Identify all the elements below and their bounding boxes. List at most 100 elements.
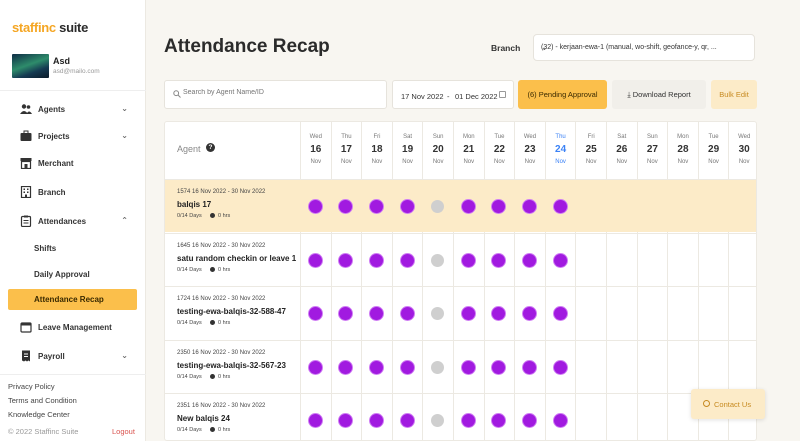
- search-box[interactable]: [164, 80, 387, 109]
- terms-link[interactable]: Terms and Condition: [8, 396, 77, 405]
- attendance-dot-present[interactable]: [370, 414, 383, 428]
- table-row[interactable]: 1645 16 Nov 2022 - 30 Nov 2022 satu rando…: [165, 232, 756, 286]
- attendance-dot-present[interactable]: [461, 253, 475, 267]
- attendance-dot-present[interactable]: [553, 200, 567, 213]
- attendance-dot-absent[interactable]: [431, 253, 445, 267]
- contact-us-label: Contact Us: [714, 400, 752, 409]
- attendance-dot-present[interactable]: [339, 200, 353, 213]
- day-num: 18: [371, 144, 383, 155]
- attendance-dot-present[interactable]: [553, 414, 567, 428]
- table-row[interactable]: 2351 16 Nov 2022 - 30 Nov 2022 New balqis…: [165, 393, 756, 440]
- day-num: 30: [738, 144, 750, 155]
- attendance-dot-present[interactable]: [308, 253, 322, 267]
- attendance-dot-present[interactable]: [492, 360, 506, 374]
- sidebar-divider: [0, 374, 146, 375]
- attendance-dot-present[interactable]: [370, 360, 383, 374]
- attendance-dot-present[interactable]: [400, 307, 414, 321]
- download-report-button[interactable]: ⤓ Download Report: [612, 80, 706, 109]
- attendance-dot-present[interactable]: [523, 253, 536, 267]
- day-num: 25: [585, 144, 597, 155]
- sidebar-item-payroll[interactable]: Payroll ⌄: [20, 350, 134, 366]
- attendance-dot-absent[interactable]: [431, 307, 445, 321]
- attendance-dot-present[interactable]: [370, 200, 383, 213]
- day-dow: Sun: [432, 134, 444, 140]
- attendance-dot-present[interactable]: [400, 360, 414, 374]
- attendance-dot-present[interactable]: [523, 307, 536, 321]
- table-row[interactable]: 1574 16 Nov 2022 - 30 Nov 2022 balqis 17 0…: [165, 179, 756, 232]
- attendance-dot-present[interactable]: [492, 200, 506, 213]
- briefcase-icon: [20, 130, 32, 141]
- sidebar-item-agents[interactable]: Agents ⌄: [20, 103, 134, 119]
- staffinc-logo[interactable]: staffinc suite: [12, 20, 88, 35]
- day-mon: Nov: [371, 159, 383, 165]
- attendance-dot-present[interactable]: [308, 414, 322, 428]
- attendance-dot-present[interactable]: [523, 360, 536, 374]
- attendance-dot-absent[interactable]: [431, 360, 445, 374]
- contact-us-button[interactable]: Contact Us: [691, 389, 765, 419]
- table-row[interactable]: 2350 16 Nov 2022 - 30 Nov 2022 testing-ew…: [165, 339, 756, 393]
- attendance-dot-present[interactable]: [523, 414, 536, 428]
- privacy-policy-link[interactable]: Privacy Policy: [8, 382, 55, 391]
- agent-name: testing-ewa-balqis-32-567-23: [177, 360, 286, 370]
- building-icon: [20, 186, 32, 198]
- day-dow: Sat: [403, 134, 413, 140]
- sidebar-item-label: Payroll: [38, 352, 65, 361]
- attendance-dot-present[interactable]: [553, 253, 567, 267]
- branch-select[interactable]: (32) - kerjaan-ewa-1 (manual, wo-shift, …: [533, 34, 755, 61]
- day-dow: Sat: [617, 134, 627, 140]
- attendance-dot-present[interactable]: [339, 307, 353, 321]
- search-input[interactable]: [183, 89, 373, 96]
- attendance-dot-present[interactable]: [461, 414, 475, 428]
- sidebar-item-merchant[interactable]: Merchant: [20, 157, 134, 173]
- attendance-dot-present[interactable]: [308, 360, 322, 374]
- attendance-dot-present[interactable]: [492, 253, 506, 267]
- attendance-dot-absent[interactable]: [431, 200, 445, 213]
- attendance-dot-present[interactable]: [523, 200, 536, 213]
- clock-icon: [210, 373, 215, 379]
- attendance-dot-present[interactable]: [461, 360, 475, 374]
- attendance-dot-present[interactable]: [400, 414, 414, 428]
- sidebar-item-daily-approval[interactable]: Daily Approval: [34, 270, 90, 279]
- day-column-header: Wed 30 Nov: [728, 122, 756, 179]
- user-profile[interactable]: Asd asd@mailo.com: [12, 54, 142, 80]
- knowledge-center-link[interactable]: Knowledge Center: [8, 410, 70, 419]
- attendance-dot-present[interactable]: [461, 200, 475, 213]
- sidebar-item-shifts[interactable]: Shifts: [34, 244, 56, 253]
- day-num: 20: [432, 144, 444, 155]
- attendance-dot-present[interactable]: [308, 307, 322, 321]
- attendance-dot-present[interactable]: [553, 307, 567, 321]
- day-num: 23: [524, 144, 536, 155]
- sidebar-item-branch[interactable]: Branch: [20, 186, 134, 202]
- sidebar-item-attendances[interactable]: Attendances ⌃: [20, 215, 134, 231]
- attendance-dot-present[interactable]: [339, 253, 353, 267]
- date-range-picker[interactable]: 17 Nov 2022 - 01 Dec 2022: [392, 80, 514, 109]
- logout-link[interactable]: Logout: [112, 427, 135, 436]
- attendance-dot-present[interactable]: [308, 200, 322, 213]
- bulk-edit-button[interactable]: Bulk Edit: [711, 80, 757, 109]
- day-column-header: Fri 25 Nov: [575, 122, 606, 179]
- attendance-dot-present[interactable]: [370, 253, 383, 267]
- attendance-dot-present[interactable]: [400, 253, 414, 267]
- days-count: 0/14 Days: [177, 427, 202, 434]
- attendance-dot-present[interactable]: [339, 360, 353, 374]
- day-column-header: Thu 24 Nov: [544, 122, 576, 179]
- attendance-dot-present[interactable]: [370, 307, 383, 321]
- attendance-dot-present[interactable]: [339, 414, 353, 428]
- sidebar-item-projects[interactable]: Projects ⌄: [20, 130, 134, 146]
- attendance-dot-present[interactable]: [492, 414, 506, 428]
- receipt-icon: [22, 350, 30, 362]
- attendance-dot-present[interactable]: [461, 307, 475, 321]
- table-row[interactable]: 1724 16 Nov 2022 - 30 Nov 2022 testing-ew…: [165, 286, 756, 339]
- attendance-dot-present[interactable]: [492, 307, 506, 321]
- help-icon[interactable]: ?: [206, 143, 215, 152]
- day-dow: Wed: [523, 134, 537, 140]
- pending-approval-button[interactable]: (6) Pending Approval: [518, 80, 607, 109]
- agent-meta: 1645 16 Nov 2022 - 30 Nov 2022: [177, 242, 266, 249]
- attendance-dot-present[interactable]: [553, 360, 567, 374]
- sidebar-item-leave-management[interactable]: Leave Management: [20, 321, 134, 337]
- attendance-dot-present[interactable]: [400, 200, 414, 213]
- attendance-dot-absent[interactable]: [431, 414, 445, 428]
- sidebar-item-label: Agents: [38, 105, 66, 114]
- avatar: [12, 54, 49, 78]
- sidebar-item-attendance-recap[interactable]: Attendance Recap: [8, 289, 137, 310]
